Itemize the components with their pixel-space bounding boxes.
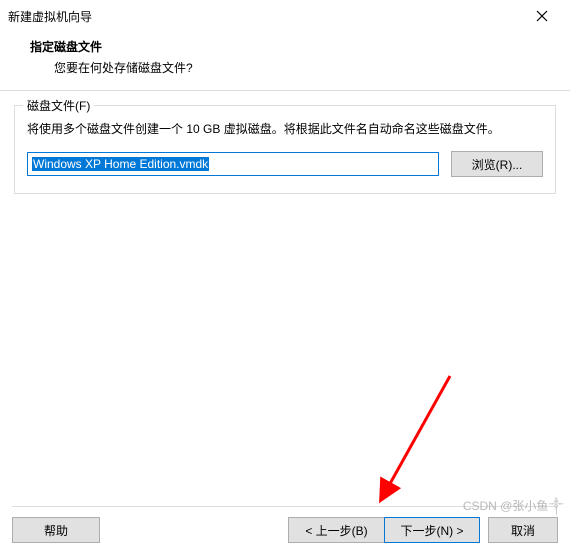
wizard-header: 指定磁盘文件 您要在何处存储磁盘文件? [0,32,570,90]
help-button[interactable]: 帮助 [12,517,100,543]
disk-file-groupbox: 磁盘文件(F) 将使用多个磁盘文件创建一个 10 GB 虚拟磁盘。将根据此文件名… [14,105,556,194]
next-button[interactable]: 下一步(N) > [384,517,480,543]
groupbox-title: 磁盘文件(F) [23,97,94,114]
footer-divider [12,506,558,507]
wizard-footer: 帮助 < 上一步(B) 下一步(N) > 取消 [0,496,570,543]
body-area: 磁盘文件(F) 将使用多个磁盘文件创建一个 10 GB 虚拟磁盘。将根据此文件名… [0,91,570,194]
back-button[interactable]: < 上一步(B) [288,517,384,543]
browse-button[interactable]: 浏览(R)... [451,151,543,177]
close-icon [536,10,548,22]
disk-file-input[interactable]: Windows XP Home Edition.vmdk [27,152,439,176]
footer-button-bar: 帮助 < 上一步(B) 下一步(N) > 取消 [12,517,558,543]
file-input-row: Windows XP Home Edition.vmdk 浏览(R)... [27,151,543,177]
close-button[interactable] [522,3,562,29]
disk-file-value: Windows XP Home Edition.vmdk [32,157,209,171]
page-title: 指定磁盘文件 [30,38,558,55]
cancel-button[interactable]: 取消 [488,517,558,543]
page-subtitle: 您要在何处存储磁盘文件? [54,59,558,76]
titlebar: 新建虚拟机向导 [0,0,570,32]
window-title: 新建虚拟机向导 [8,8,92,25]
groupbox-description: 将使用多个磁盘文件创建一个 10 GB 虚拟磁盘。将根据此文件名自动命名这些磁盘… [27,120,543,139]
